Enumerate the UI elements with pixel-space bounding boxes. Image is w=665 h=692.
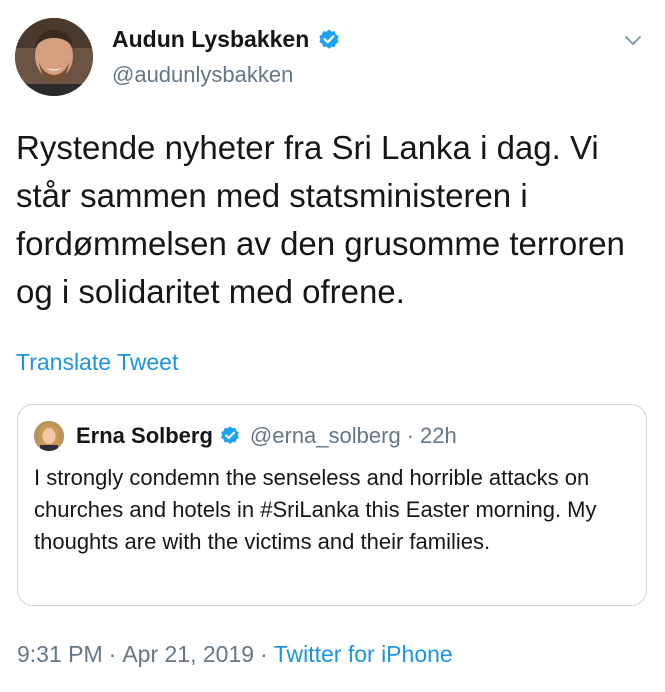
tweet-source-link[interactable]: Twitter for iPhone (274, 641, 453, 667)
separator-dot: · (406, 423, 415, 448)
quoted-tweet-header: Erna Solberg @erna_solberg · 22h (76, 423, 457, 449)
quoted-tweet-text: I strongly condemn the senseless and hor… (34, 465, 597, 554)
verified-badge-icon (219, 425, 241, 447)
translate-tweet-link[interactable]: Translate Tweet (16, 349, 178, 376)
quoted-author-handle: @erna_solberg (249, 423, 401, 448)
tweet-date[interactable]: Apr 21, 2019 (122, 641, 254, 667)
verified-badge-icon (317, 28, 341, 52)
tweet-time[interactable]: 9:31 PM (17, 641, 103, 667)
separator-dot: · (260, 641, 268, 667)
quoted-author-avatar (34, 421, 64, 451)
author-avatar[interactable] (15, 18, 93, 96)
author-name-text[interactable]: Audun Lysbakken (112, 26, 309, 53)
chevron-down-icon[interactable] (622, 30, 644, 52)
tweet-text: Rystende nyheter fra Sri Lanka i dag. Vi… (16, 129, 625, 310)
quoted-author-name: Erna Solberg (76, 423, 213, 448)
quoted-tweet-time: 22h (420, 423, 457, 448)
quoted-tweet[interactable]: Erna Solberg @erna_solberg · 22h I stron… (17, 404, 647, 606)
author-name[interactable]: Audun Lysbakken (112, 26, 341, 53)
tweet-meta: 9:31 PM · Apr 21, 2019 · Twitter for iPhone (17, 641, 453, 668)
separator-dot: · (108, 641, 117, 667)
tweet-card: Audun Lysbakken @audunlysbakken Rystende… (0, 0, 665, 692)
author-handle[interactable]: @audunlysbakken (112, 62, 293, 88)
